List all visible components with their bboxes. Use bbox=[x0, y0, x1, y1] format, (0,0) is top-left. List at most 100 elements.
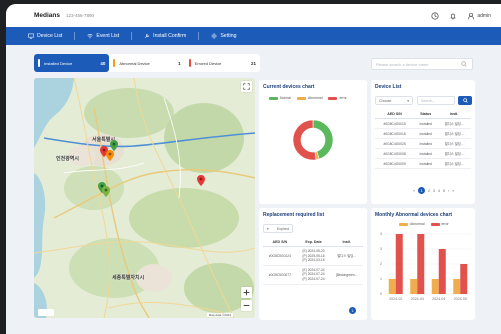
zoom-in-button[interactable] bbox=[241, 287, 252, 298]
page-prev-first[interactable]: « bbox=[413, 189, 415, 193]
nav-divider bbox=[74, 32, 76, 40]
expired-filter-select[interactable]: ▾ Expired bbox=[263, 224, 293, 233]
table-row[interactable]: #0G8C4G0015 Installed 멀디스 빌딩... bbox=[375, 118, 471, 129]
table-row[interactable]: #0G8C5G0077 (E) 2024-07-24 (P) 2024-07-24… bbox=[263, 265, 363, 285]
bar-error-2024-05[interactable] bbox=[460, 264, 468, 294]
page-button[interactable]: 3 bbox=[433, 189, 435, 193]
legend-label: Normal bbox=[280, 96, 291, 100]
user-name: admin bbox=[477, 12, 491, 19]
select-value: Expired bbox=[276, 226, 289, 231]
bar-abnormal-2024-02[interactable] bbox=[388, 279, 396, 294]
y-tick-label: 1 bbox=[380, 277, 382, 281]
search-icon[interactable] bbox=[460, 60, 468, 68]
column-header: AED S/N bbox=[263, 238, 297, 247]
bar-abnormal-2024-05[interactable] bbox=[453, 279, 461, 294]
marker-green-3 bbox=[102, 186, 110, 197]
bar-error-2024-03[interactable] bbox=[417, 234, 425, 294]
table-header-row: AED S/N Status Instl. bbox=[375, 110, 471, 119]
legend-abnormal: Abnormal bbox=[399, 222, 425, 226]
chevron-down-icon: ▾ bbox=[267, 226, 269, 231]
device-map[interactable]: 서울특별시 인천광역시 세종특별자치시 Map data ©2024 bbox=[34, 78, 255, 318]
cell: #0G8C4G0016 bbox=[375, 128, 415, 139]
fullscreen-button[interactable] bbox=[241, 81, 252, 92]
y-tick-label: 3 bbox=[380, 247, 382, 251]
monitor-icon bbox=[28, 33, 34, 39]
stat-label: Errored Device bbox=[194, 60, 222, 66]
nav-install-confirm[interactable]: Install Confirm bbox=[144, 33, 186, 39]
page-next[interactable]: › bbox=[448, 189, 449, 193]
table-row[interactable]: #0G8C4G0009 Installed 멀디스 빌딩... bbox=[375, 158, 471, 169]
user-menu[interactable]: admin bbox=[467, 12, 491, 20]
replacement-pagination: 1 bbox=[349, 307, 356, 314]
bar-legend: Abnormal error bbox=[399, 222, 449, 226]
bell-icon[interactable] bbox=[449, 12, 457, 20]
cell: [Bbdongmen... bbox=[330, 265, 363, 285]
search-icon bbox=[462, 98, 468, 103]
page-button[interactable]: 1 bbox=[349, 307, 356, 314]
cell: #0G8C5G0077 bbox=[263, 265, 297, 285]
table-row[interactable]: #0G8C4G0016 Installed 멀디스 빌딩... bbox=[375, 128, 471, 139]
map-attribution: Map data ©2024 bbox=[206, 313, 233, 317]
cell: 멀디스 빌딩... bbox=[437, 118, 471, 129]
cell: #0G8C5G0124 bbox=[263, 246, 297, 266]
wrench-icon bbox=[144, 33, 150, 39]
device-search-field[interactable]: Search... bbox=[417, 96, 455, 105]
nav-event-list[interactable]: Event List bbox=[87, 33, 119, 39]
search-button[interactable] bbox=[458, 96, 472, 105]
page-button[interactable]: 2 bbox=[428, 189, 430, 193]
device-stats: Installed Device 40 Abnormal Device 1 Er… bbox=[34, 54, 260, 72]
replacement-table: AED S/N Exp. Date Instl. #0G8C5G0124 (E) … bbox=[263, 238, 363, 285]
cell: (E) 2024-07-24 (P) 2024-07-24 (P) 2024-0… bbox=[296, 265, 331, 285]
minus-icon bbox=[243, 305, 250, 306]
legend-label: Abnormal bbox=[307, 96, 323, 100]
page-button[interactable]: 5 bbox=[443, 189, 445, 193]
stat-abnormal[interactable]: Abnormal Device 1 bbox=[109, 54, 184, 72]
device-pagination: « 1 2 3 4 5 › » bbox=[413, 187, 454, 194]
device-search-input[interactable]: Please search a device name bbox=[371, 58, 473, 70]
column-header: Instl. bbox=[330, 238, 363, 247]
stat-marker bbox=[38, 59, 40, 67]
replacement-table-wrap: AED S/N Exp. Date Instl. #0G8C5G0124 (E) … bbox=[263, 238, 363, 285]
page-last[interactable]: » bbox=[452, 189, 454, 193]
device-filter-select[interactable]: Choose ▾ bbox=[375, 96, 413, 105]
cell: Installed bbox=[414, 118, 438, 129]
legend-error: error bbox=[328, 96, 347, 100]
table-row[interactable]: #0G8C4G0008 Installed 멀디스 빌딩... bbox=[375, 148, 471, 159]
cell: Installed bbox=[414, 128, 438, 139]
panel-title: Replacement required list bbox=[263, 212, 325, 218]
google-logo bbox=[38, 309, 54, 316]
replacement-panel: Replacement required list ▾ Expired AED … bbox=[259, 208, 367, 320]
stat-label: Abnormal Device bbox=[119, 60, 150, 66]
cell: (E) 2024-05-20 (P) 2025-05-16 (P) 2024-0… bbox=[296, 246, 331, 266]
nav-device-list[interactable]: Device List bbox=[28, 33, 62, 39]
stat-marker bbox=[113, 59, 116, 67]
bar-error-2024-02[interactable] bbox=[395, 234, 403, 294]
panel-title: Current devices chart bbox=[263, 84, 315, 90]
monthly-chart-panel: Monthly Abnormal devices chart Abnormal … bbox=[371, 208, 475, 320]
zoom-out-button[interactable] bbox=[241, 300, 252, 311]
clock-icon[interactable] bbox=[431, 11, 439, 20]
bar-abnormal-2024-04[interactable] bbox=[431, 279, 439, 294]
x-tick-label: 2024-04 bbox=[432, 297, 445, 301]
legend-swatch bbox=[399, 222, 408, 226]
current-devices-panel: Current devices chart Normal Abnormal er… bbox=[259, 80, 367, 204]
cell: #0G8C4G0008 bbox=[375, 148, 415, 159]
app-window: Medians 123-456-7890 admin Device List E… bbox=[6, 4, 501, 334]
bar-abnormal-2024-03[interactable] bbox=[410, 279, 418, 294]
nav-setting[interactable]: Setting bbox=[211, 33, 236, 39]
bar-error-2024-04[interactable] bbox=[438, 249, 446, 294]
table-row[interactable]: #0G8C5G0124 (E) 2024-05-20 (P) 2025-05-16… bbox=[263, 246, 363, 266]
table-header-row: AED S/N Exp. Date Instl. bbox=[263, 238, 363, 247]
pie-slice-error[interactable] bbox=[292, 119, 317, 161]
x-tick-label: 2024-05 bbox=[454, 297, 467, 301]
legend-abnormal: Abnormal bbox=[296, 96, 323, 100]
stat-errored[interactable]: Errored Device 21 bbox=[185, 54, 260, 72]
page-button[interactable]: 4 bbox=[438, 189, 440, 193]
marker-green-1 bbox=[110, 140, 118, 151]
stat-installed[interactable]: Installed Device 40 bbox=[34, 54, 110, 72]
stat-count: 1 bbox=[178, 60, 181, 66]
page-button[interactable]: 1 bbox=[418, 187, 425, 194]
top-bar: Medians 123-456-7890 admin bbox=[6, 4, 501, 27]
x-tick-label: 2024-03 bbox=[411, 297, 424, 301]
table-row[interactable]: #0G8C4G0025 Installed 멀디스 빌딩... bbox=[375, 138, 471, 149]
